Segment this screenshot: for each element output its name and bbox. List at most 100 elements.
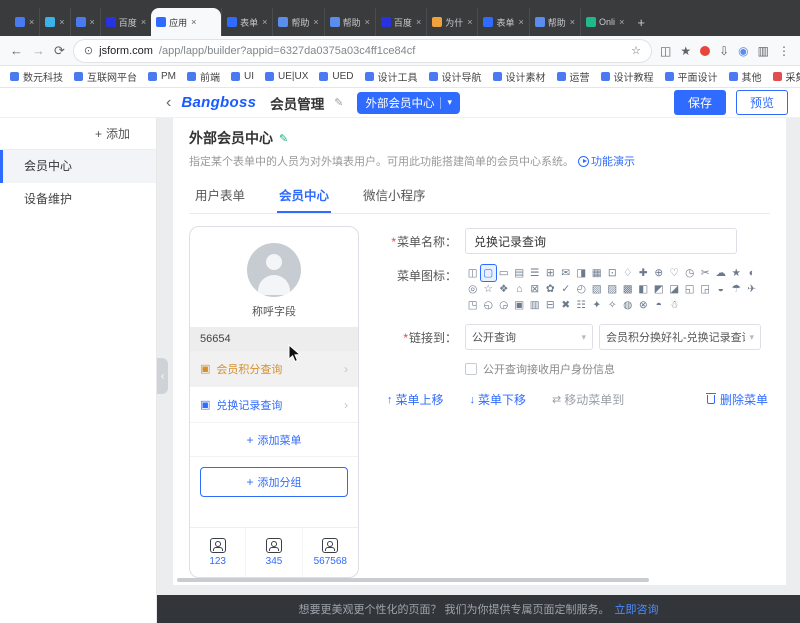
tab-close-icon[interactable]: × — [191, 17, 196, 27]
menu-icon-option[interactable]: ◐ — [744, 265, 760, 281]
phone-stat[interactable]: 123 — [190, 528, 245, 577]
browser-tab[interactable]: 为什× — [426, 8, 477, 36]
toolbar-icon[interactable]: ◫ — [660, 44, 671, 58]
menu-icon-option[interactable]: ◍ — [620, 297, 636, 313]
toolbar-icon[interactable]: ⇩ — [719, 44, 729, 58]
menu-icon-option[interactable]: ▤ — [512, 265, 528, 281]
browser-tab[interactable]: × — [10, 8, 39, 36]
menu-icon-option[interactable]: ✂ — [698, 265, 714, 281]
bookmark-item[interactable]: 设计教程 — [601, 69, 654, 84]
toolbar-icon[interactable]: ▥ — [758, 44, 769, 58]
edit-title-icon[interactable]: ✎ — [334, 96, 343, 109]
menu-icon-option[interactable]: ◶ — [496, 297, 512, 313]
page-tab[interactable]: 微信小程序 — [361, 177, 428, 213]
menu-icon-option[interactable]: ✦ — [589, 297, 605, 313]
menu-icon-option[interactable]: ▦ — [589, 265, 605, 281]
bookmark-item[interactable]: 其他 — [729, 69, 762, 84]
bookmark-item[interactable]: 互联网平台 — [74, 69, 137, 84]
link-target-select[interactable]: 会员积分换好礼-兑换记录查询 ▾ — [599, 324, 761, 350]
menu-icon-option[interactable]: ◱ — [682, 281, 698, 297]
sidebar-item[interactable]: 会员中心 — [0, 150, 156, 183]
bookmark-item[interactable]: 采集到花瓣 — [773, 69, 800, 84]
toolbar-icon[interactable]: ⋮ — [778, 44, 790, 58]
browser-tab[interactable]: 应用× — [151, 8, 221, 36]
toolbar-icon[interactable]: ★ — [680, 44, 691, 58]
tab-close-icon[interactable]: × — [365, 17, 370, 27]
menu-icon-option[interactable]: ◴ — [574, 281, 590, 297]
url-bar[interactable]: ⊙ jsform.com /app/lapp/builder?appid=632… — [74, 40, 651, 62]
menu-icon-option[interactable]: ⊟ — [543, 297, 559, 313]
menu-icon-option[interactable]: ✓ — [558, 281, 574, 297]
tab-close-icon[interactable]: × — [262, 17, 267, 27]
add-group-button[interactable]: + 添加分组 — [200, 467, 348, 497]
menu-icon-option[interactable]: ⊠ — [527, 281, 543, 297]
menu-icon-option[interactable]: ◨ — [574, 265, 590, 281]
center-selector[interactable]: 外部会员中心 ▾ — [357, 92, 460, 114]
app-back-button[interactable]: ‹ — [166, 95, 171, 111]
menu-icon-option[interactable]: ⌂ — [512, 281, 528, 297]
menu-icon-option[interactable]: ✚ — [636, 265, 652, 281]
menu-icon-option[interactable]: ◎ — [465, 281, 481, 297]
menu-icon-option[interactable]: ▥ — [527, 297, 543, 313]
collapse-handle[interactable]: ‹ — [157, 358, 168, 394]
bookmark-item[interactable]: 运营 — [557, 69, 590, 84]
bookmark-item[interactable]: 设计导航 — [429, 69, 482, 84]
sidebar-item[interactable]: 设备维护 — [0, 183, 156, 216]
menu-icon-option[interactable]: ❖ — [496, 281, 512, 297]
menu-down-button[interactable]: ↓ 菜单下移 — [470, 391, 527, 408]
consult-link[interactable]: 立即咨询 — [615, 601, 659, 617]
menu-icon-option[interactable]: ☆ — [481, 281, 497, 297]
bookmark-item[interactable]: UI — [231, 71, 254, 82]
phone-stat[interactable]: 345 — [245, 528, 301, 577]
menu-delete-button[interactable]: 删除菜单 — [707, 391, 768, 408]
bookmark-item[interactable]: 设计素材 — [493, 69, 546, 84]
record-dot-icon[interactable] — [700, 46, 710, 56]
tab-close-icon[interactable]: × — [619, 17, 624, 27]
menu-icon-option[interactable]: ⊡ — [605, 265, 621, 281]
menu-icon-option[interactable]: ✉ — [558, 265, 574, 281]
menu-icon-option[interactable]: ◷ — [682, 265, 698, 281]
tab-close-icon[interactable]: × — [59, 17, 64, 27]
tab-close-icon[interactable]: × — [519, 17, 524, 27]
menu-icon-option[interactable]: ◪ — [667, 281, 683, 297]
reload-icon[interactable]: ⟳ — [54, 43, 65, 59]
bookmark-item[interactable]: UE|UX — [265, 71, 308, 82]
menu-icon-option[interactable]: ◩ — [651, 281, 667, 297]
menu-icon-option[interactable]: ☷ — [574, 297, 590, 313]
menu-icon-option[interactable]: ◫ — [465, 265, 481, 281]
bookmark-item[interactable]: PM — [148, 71, 176, 82]
tab-close-icon[interactable]: × — [570, 17, 575, 27]
menu-icon-option[interactable]: ☰ — [527, 265, 543, 281]
bookmark-item[interactable]: 前端 — [187, 69, 220, 84]
bookmark-item[interactable]: 设计工具 — [365, 69, 418, 84]
menu-icon-option[interactable]: ⊕ — [651, 265, 667, 281]
menu-icon-option[interactable]: ▩ — [620, 281, 636, 297]
menu-icon-option[interactable]: ▣ — [512, 297, 528, 313]
demo-link[interactable]: 功能演示 — [578, 153, 635, 169]
link-type-select[interactable]: 公开查询 ▾ — [465, 324, 593, 350]
phone-menu-item[interactable]: ▣兑换记录查询› — [190, 387, 358, 423]
menu-icon-option[interactable]: ✈ — [744, 281, 760, 297]
tab-close-icon[interactable]: × — [90, 17, 95, 27]
menu-icon-option[interactable]: ✖ — [558, 297, 574, 313]
menu-icon-option[interactable]: ♡ — [667, 265, 683, 281]
menu-icon-option[interactable]: ⊞ — [543, 265, 559, 281]
tab-close-icon[interactable]: × — [416, 17, 421, 27]
menu-icon-option[interactable]: ▨ — [605, 281, 621, 297]
browser-tab[interactable]: 帮助× — [272, 8, 323, 36]
menu-icon-option[interactable]: ✿ — [543, 281, 559, 297]
browser-tab[interactable]: 表单× — [477, 8, 528, 36]
edit-tag-icon[interactable]: ✎ — [279, 132, 288, 145]
bookmark-item[interactable]: UED — [319, 71, 353, 82]
menu-icon-option[interactable]: ▭ — [496, 265, 512, 281]
menu-icon-option[interactable]: ☁ — [713, 265, 729, 281]
bookmark-item[interactable]: 平面设计 — [665, 69, 718, 84]
browser-tab[interactable]: × — [70, 8, 100, 36]
menu-icon-option[interactable]: ☂ — [729, 281, 745, 297]
menu-icon-option[interactable]: ⊗ — [636, 297, 652, 313]
tab-close-icon[interactable]: × — [141, 17, 146, 27]
horizontal-scrollbar[interactable] — [177, 578, 782, 584]
menu-icon-option[interactable]: ✧ — [605, 297, 621, 313]
menu-icon-option[interactable]: ★ — [729, 265, 745, 281]
menu-name-input[interactable] — [465, 228, 737, 254]
